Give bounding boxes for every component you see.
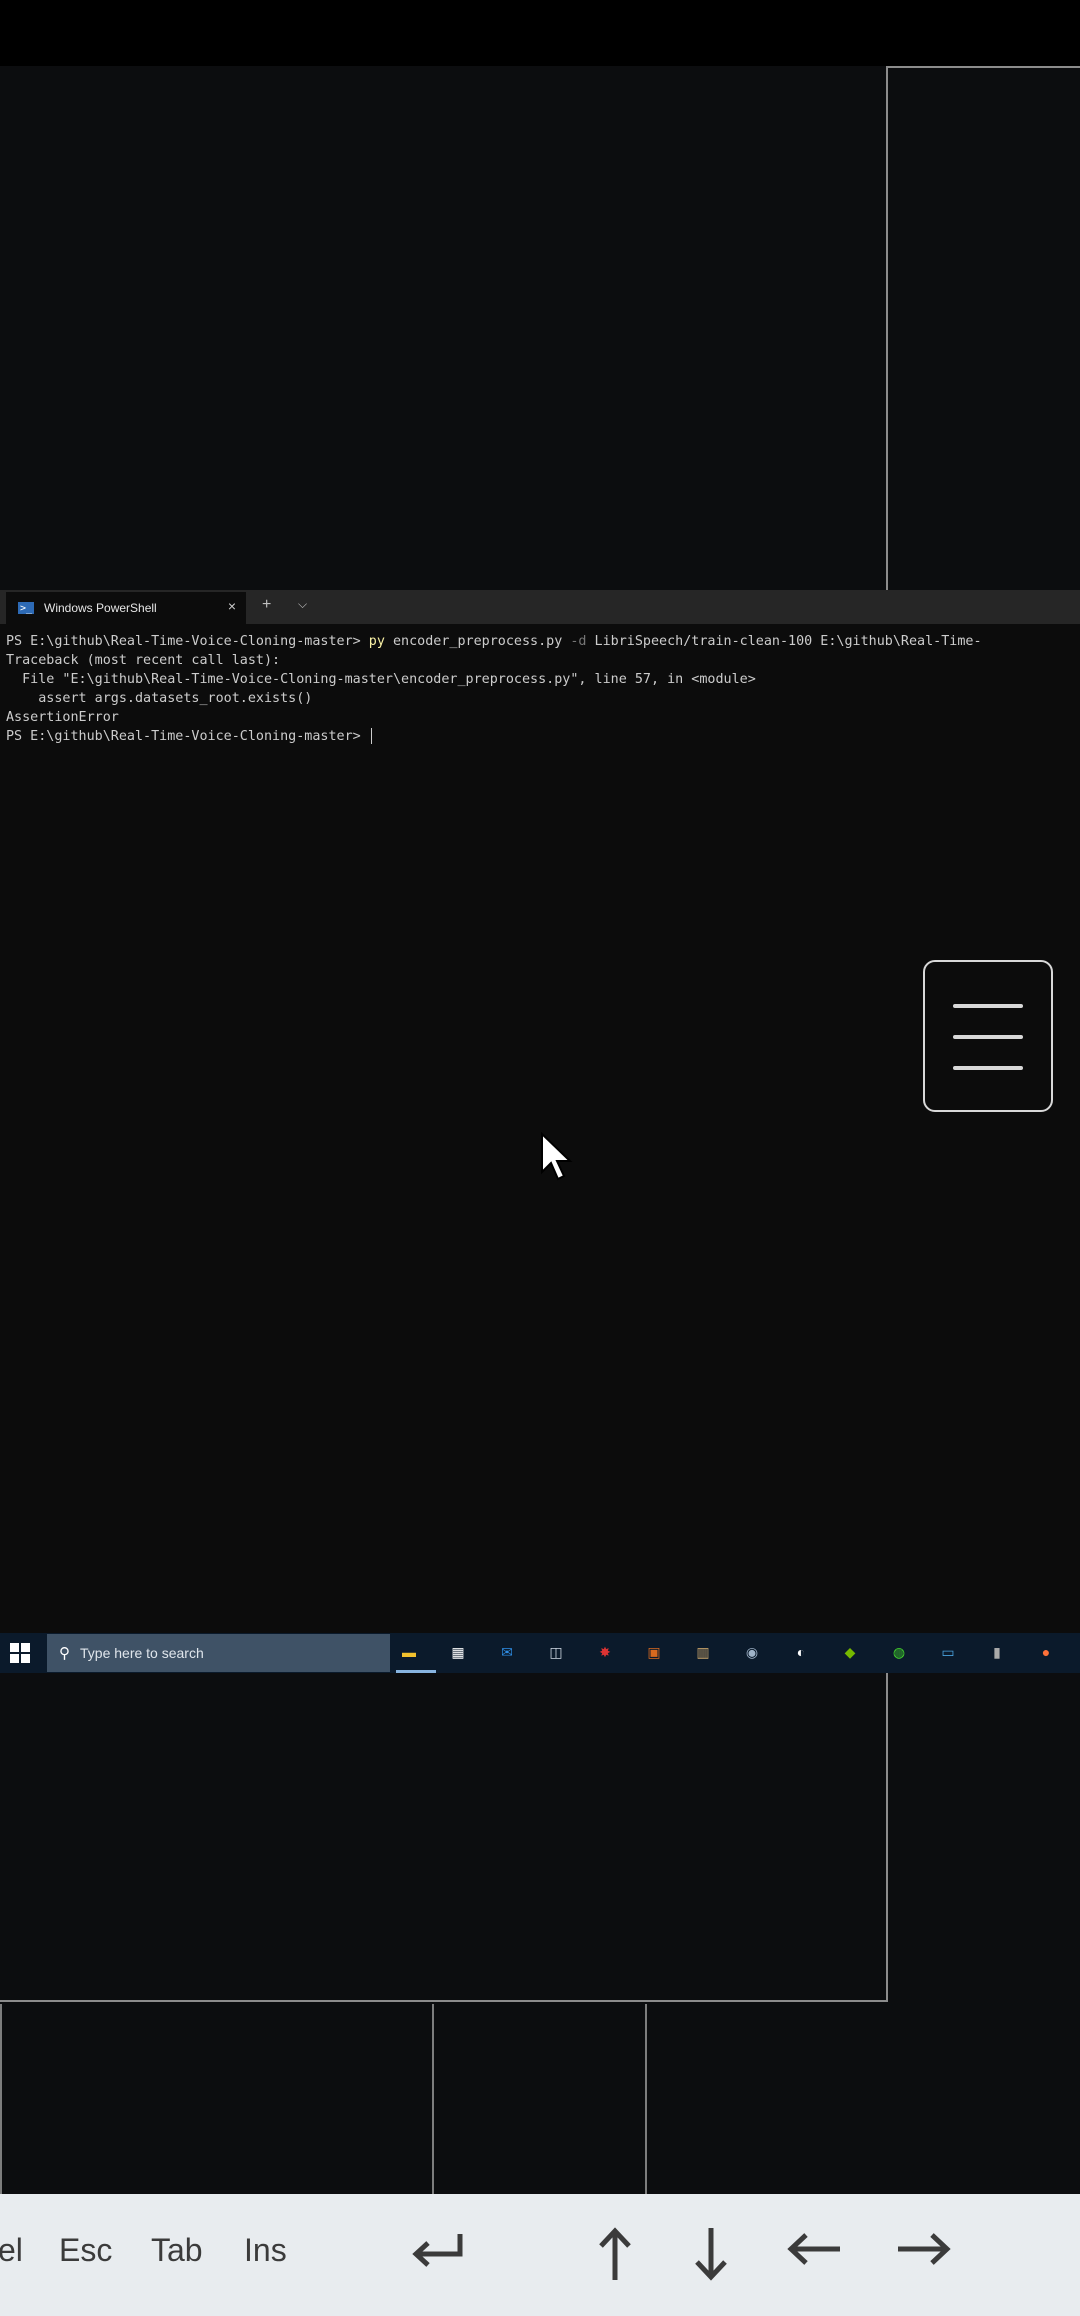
taskbar-apps: ▬ ▦ ✉ ◫ ✸ ▣ ▥ ◉ ◐ ◆ ◍ ▭ ▮ ● — [396, 1639, 1080, 1665]
firefox-icon[interactable]: ● — [1033, 1639, 1059, 1665]
game-icon[interactable]: ✸ — [592, 1639, 618, 1665]
console-line: assert args.datasets_root.exists() — [6, 691, 313, 706]
console-line: Traceback (most recent call last): — [6, 653, 281, 668]
close-icon[interactable]: × — [228, 598, 236, 614]
console-line: PS E:\github\Real-Time-Voice-Cloning-mas… — [6, 634, 982, 649]
photos-icon[interactable]: ◫ — [543, 1639, 569, 1665]
taskbar-search-box[interactable]: ⚲ Type here to search — [47, 1634, 390, 1672]
magnifier-icon: ⚲ — [59, 1645, 70, 1662]
console-line: AssertionError — [6, 710, 119, 725]
nvidia-icon[interactable]: ◆ — [837, 1639, 863, 1665]
file-explorer-icon[interactable]: ▬ — [396, 1639, 422, 1665]
esc-key[interactable]: Esc — [59, 2232, 112, 2269]
tab-key[interactable]: Tab — [151, 2232, 203, 2269]
frame-divider — [0, 2000, 888, 2002]
remote-desktop-icon[interactable]: ▭ — [935, 1639, 961, 1665]
arrow-down-key[interactable] — [688, 2226, 734, 2282]
new-tab-button[interactable]: + — [262, 596, 271, 614]
divider — [432, 2004, 434, 2194]
mail-icon[interactable]: ✉ — [494, 1639, 520, 1665]
arrow-up-key[interactable] — [592, 2226, 638, 2282]
razer-icon[interactable]: ◍ — [886, 1639, 912, 1665]
windows-start-icon[interactable] — [10, 1643, 30, 1663]
console-line: File "E:\github\Real-Time-Voice-Cloning-… — [6, 672, 756, 687]
status-bar — [0, 0, 1080, 66]
app-orange-icon[interactable]: ▣ — [641, 1639, 667, 1665]
arrow-right-key[interactable] — [896, 2226, 952, 2272]
arrow-left-key[interactable] — [786, 2226, 842, 2272]
store-icon[interactable]: ▦ — [445, 1639, 471, 1665]
search-placeholder: Type here to search — [80, 1645, 204, 1661]
divider — [0, 2004, 2, 2194]
windows-taskbar: ⚲ Type here to search ▬ ▦ ✉ ◫ ✸ ▣ ▥ ◉ ◐ ◆ ◍ ▭ ▮ ● — [0, 1633, 1080, 1673]
library-icon[interactable]: ▥ — [690, 1639, 716, 1665]
divider — [645, 2004, 647, 2194]
terminal-tab-bar: >_ Windows PowerShell × + ⌵ — [0, 590, 1080, 624]
tab-windows-powershell[interactable]: >_ Windows PowerShell × — [6, 592, 246, 624]
camera-icon[interactable]: ◉ — [739, 1639, 765, 1665]
powershell-icon: >_ — [18, 602, 34, 614]
del-key[interactable]: el — [0, 2232, 23, 2269]
console-line: PS E:\github\Real-Time-Voice-Cloning-mas… — [6, 727, 1076, 746]
powershell-window[interactable]: >_ Windows PowerShell × + ⌵ PS E:\github… — [0, 590, 1080, 1633]
hamburger-line — [953, 1035, 1023, 1039]
hamburger-line — [953, 1004, 1023, 1008]
hamburger-line — [953, 1066, 1023, 1070]
mouse-pointer-icon — [541, 1132, 573, 1181]
frame-divider — [886, 1640, 888, 2002]
menu-button[interactable] — [923, 960, 1053, 1112]
chevron-down-icon[interactable]: ⌵ — [298, 597, 307, 612]
text-cursor — [370, 728, 372, 744]
steam-icon[interactable]: ◐ — [788, 1639, 814, 1665]
ins-key[interactable]: Ins — [244, 2232, 287, 2269]
usb-icon[interactable]: ▮ — [984, 1639, 1010, 1665]
console-output[interactable]: PS E:\github\Real-Time-Voice-Cloning-mas… — [6, 632, 1076, 746]
active-app-indicator — [396, 1670, 436, 1673]
tab-title: Windows PowerShell — [44, 601, 157, 615]
enter-key[interactable] — [410, 2226, 466, 2274]
